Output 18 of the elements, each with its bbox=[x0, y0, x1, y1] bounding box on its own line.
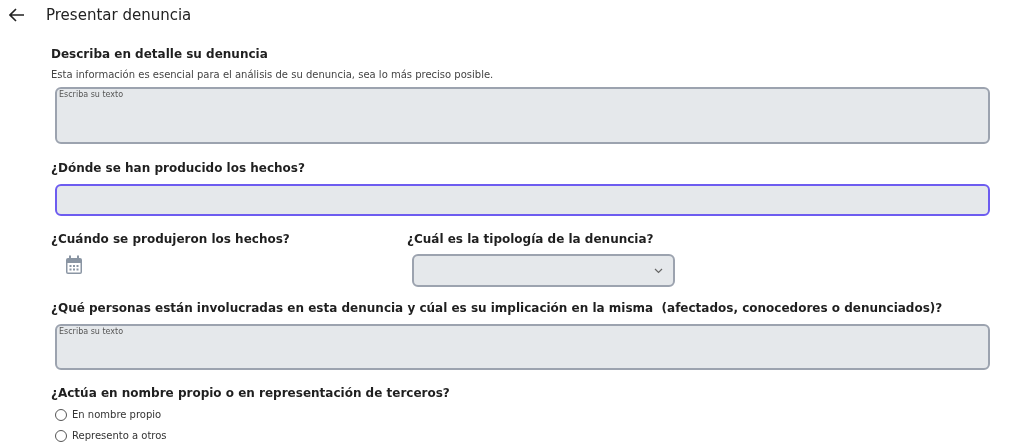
field-label: ¿Actúa en nombre propio o en representación de terceros? bbox=[51, 385, 451, 402]
back-button[interactable] bbox=[8, 6, 26, 24]
radio-option[interactable]: Represento a otros bbox=[51, 428, 1024, 443]
field-label: ¿Qué personas están involucradas en esta denuncia y cúal es su implicación en la misma (afectados, conocedores o denunciados)? bbox=[51, 300, 944, 317]
field-label: ¿Cuándo se produjeron los hechos? bbox=[51, 231, 291, 248]
field-hint: Esta información es esencial para el análisis de su denuncia, sea lo más preciso posible. bbox=[51, 68, 495, 82]
page-title: Presentar denuncia bbox=[46, 4, 192, 26]
calendar-icon bbox=[65, 255, 83, 275]
field-label: Describa en detalle su denuncia bbox=[51, 46, 269, 63]
location-input[interactable] bbox=[55, 184, 990, 216]
calendar-button[interactable] bbox=[63, 254, 85, 276]
field-label: ¿Dónde se han producido los hechos? bbox=[51, 160, 306, 177]
field-label: ¿Cuál es la tipología de la denuncia? bbox=[407, 231, 655, 248]
back-arrow-icon bbox=[9, 8, 25, 22]
text-area[interactable]: Escriba su texto bbox=[55, 324, 990, 370]
chevron-down-icon bbox=[654, 267, 663, 274]
text-area[interactable]: Escriba su texto bbox=[55, 87, 990, 144]
radio-option[interactable]: En nombre propio bbox=[51, 407, 1024, 422]
